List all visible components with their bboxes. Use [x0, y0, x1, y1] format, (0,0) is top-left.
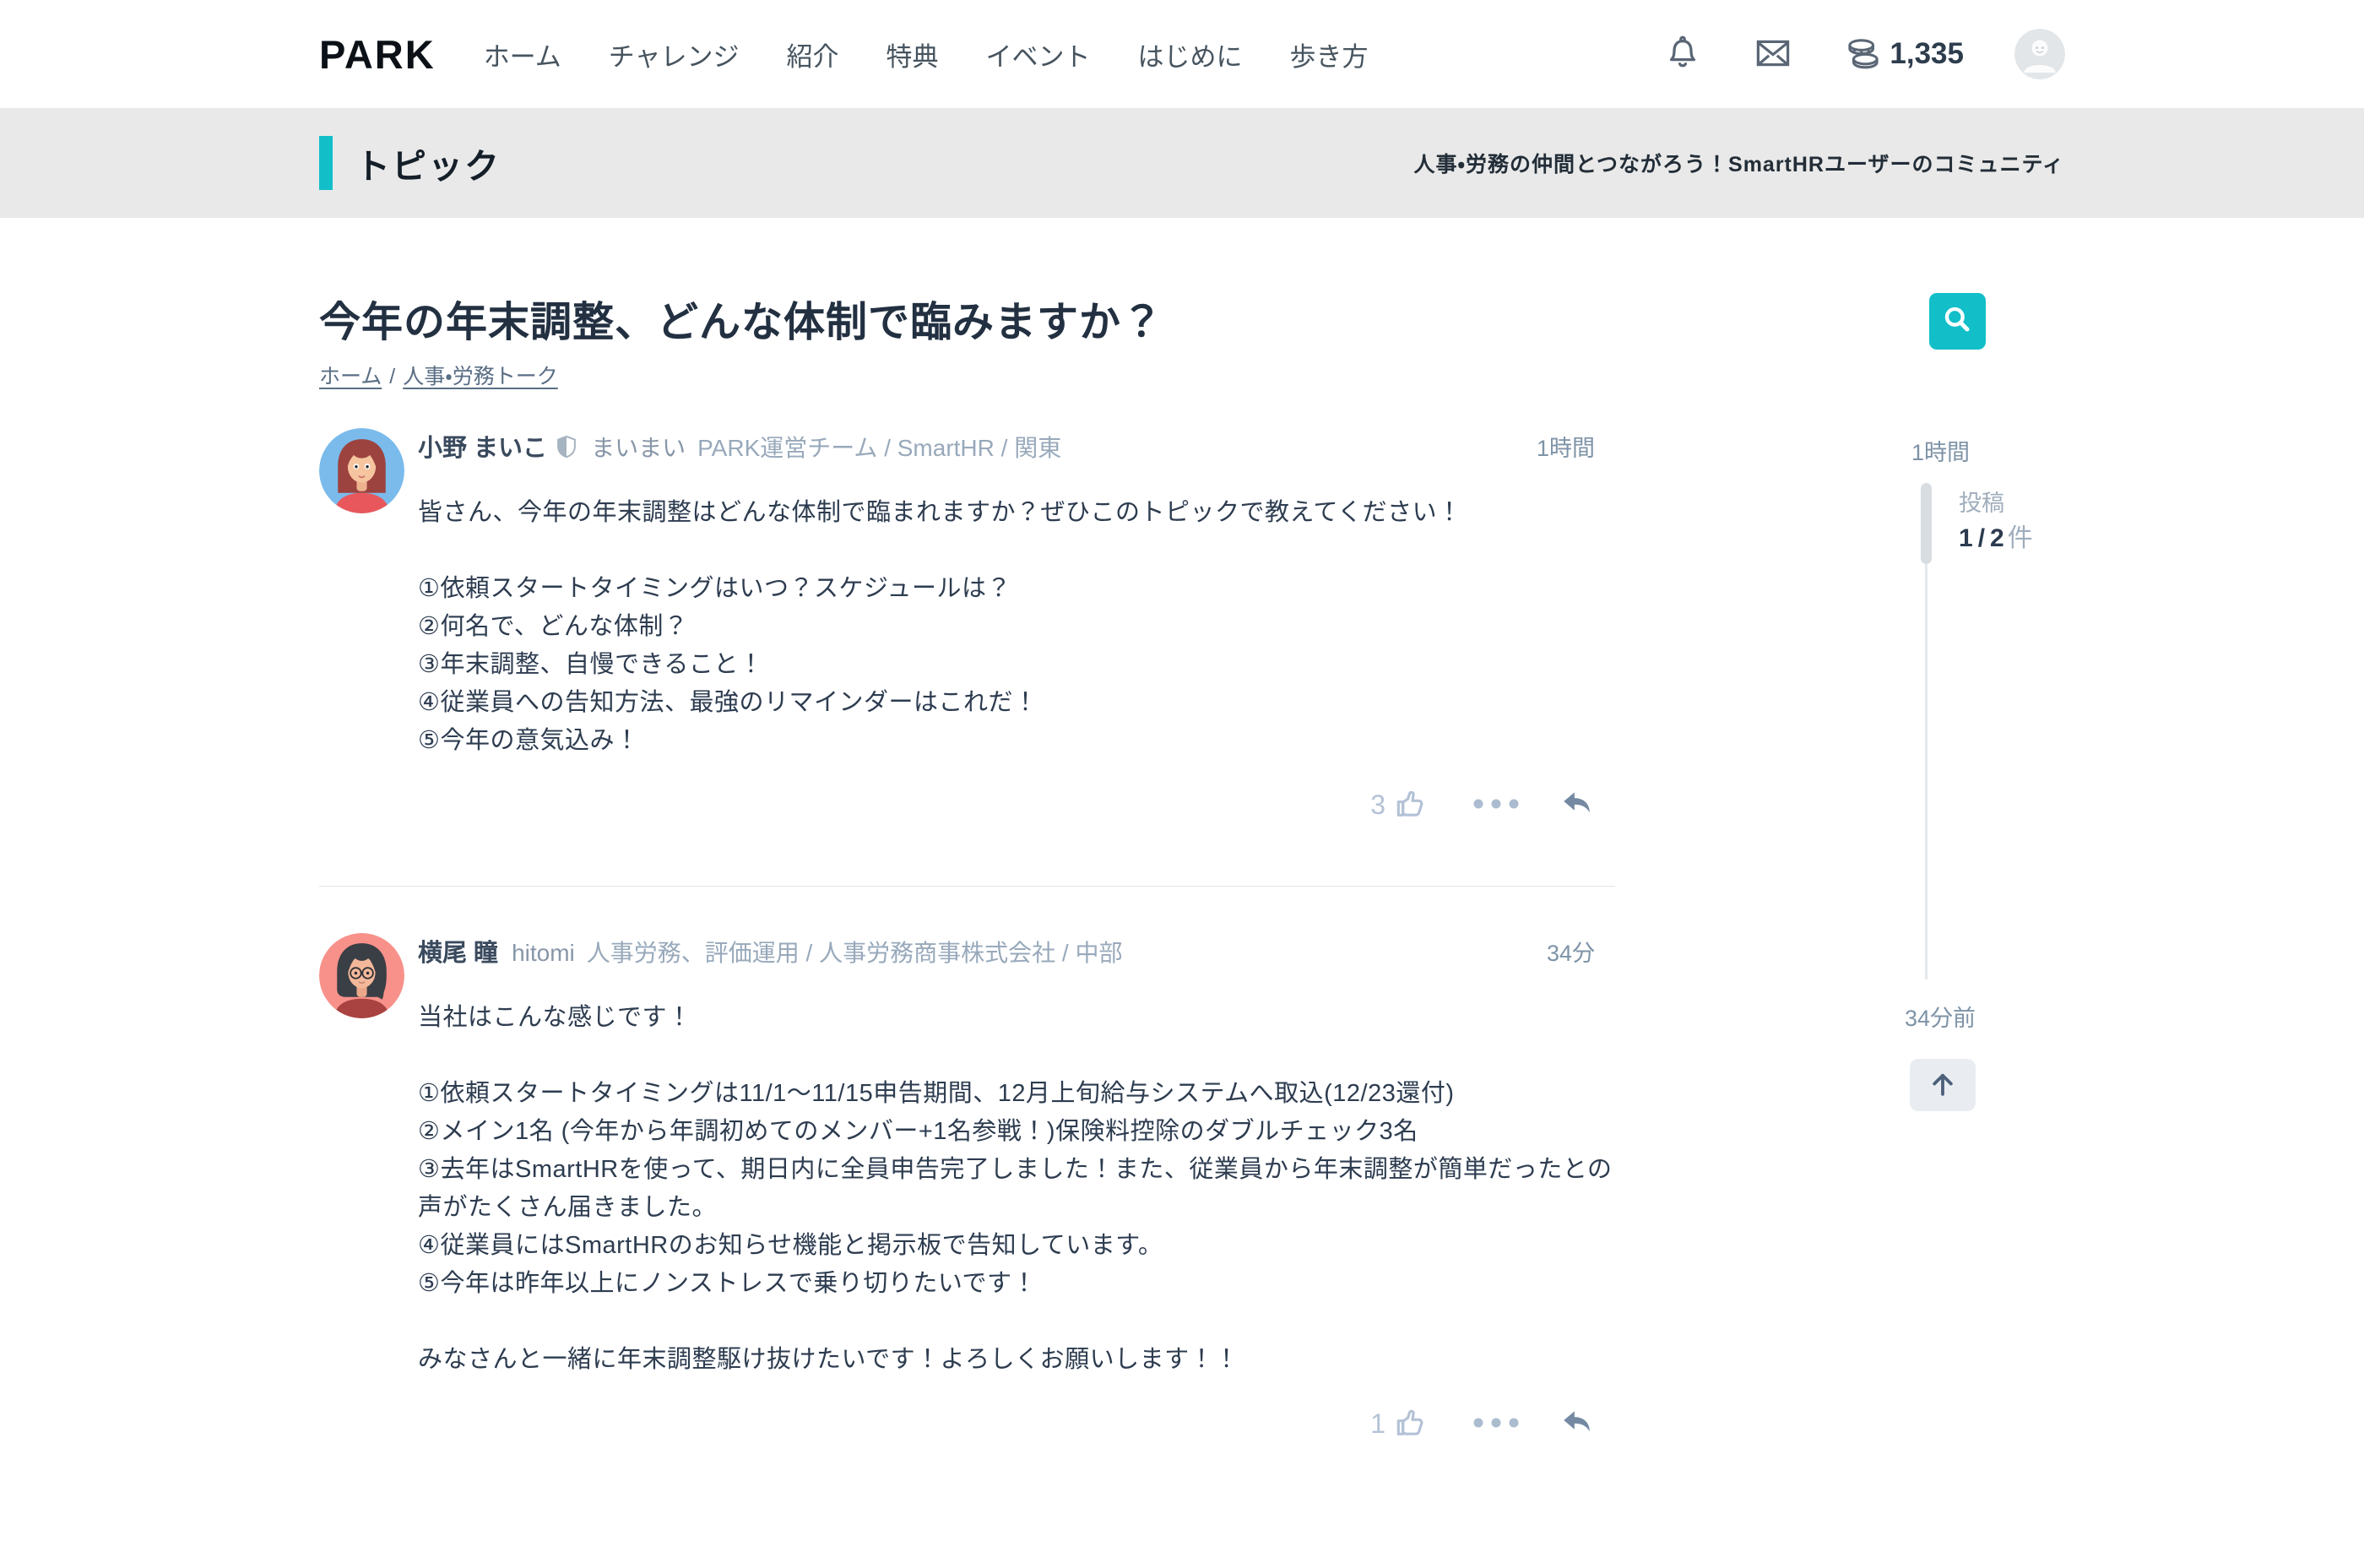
post-2-nickname: hitomi	[512, 940, 575, 966]
coins-icon	[1844, 33, 1883, 76]
post-2-like-count: 1	[1370, 1408, 1385, 1439]
messages-button[interactable]	[1753, 33, 1793, 76]
timeline-posts-label: 投稿	[1959, 491, 2004, 516]
breadcrumb-separator: /	[389, 365, 396, 388]
post-1-actions: 3	[418, 785, 1615, 824]
post-2-reply-button[interactable]	[1559, 1405, 1595, 1443]
timeline-scrubber-handle[interactable]	[1921, 483, 1932, 564]
topic-bar-label: トピック	[355, 147, 501, 186]
post-2: 横尾 瞳 hitomi 人事労務、評価運用 / 人事労務商事株式会社 / 中部 …	[319, 933, 1615, 1443]
counter-total: 2	[1990, 524, 2004, 552]
user-avatar[interactable]	[2014, 29, 2065, 79]
breadcrumb-category[interactable]: 人事・労務トーク	[403, 365, 558, 388]
post-2-actions: 1	[418, 1404, 1615, 1443]
thumbs-up-icon	[1394, 1406, 1428, 1442]
post-1-reply-button[interactable]	[1559, 786, 1595, 824]
counter-unit: 件	[2007, 524, 2033, 552]
nav-item-getting-started[interactable]: はじめに	[1137, 35, 1242, 73]
park-logo[interactable]: PARK	[319, 31, 436, 78]
post-2-time: 34分	[1546, 941, 1595, 966]
timeline-end-time: 34分前	[1905, 1006, 1976, 1031]
community-tagline: 人事・労務の仲間とつながろう！SmartHRユーザーのコミュニティ	[1413, 153, 2064, 176]
counter-separator: /	[1977, 524, 1986, 552]
ellipsis-icon	[1472, 797, 1521, 813]
accent-bar	[319, 136, 333, 190]
bell-icon	[1663, 34, 1702, 75]
nav-item-benefits[interactable]: 特典	[886, 35, 938, 73]
nav-item-intro[interactable]: 紹介	[786, 35, 838, 73]
header-actions: 1,335	[1663, 29, 2065, 79]
points-indicator[interactable]: 1,335	[1844, 33, 1964, 76]
breadcrumb-home[interactable]: ホーム	[319, 365, 382, 388]
nav-item-home[interactable]: ホーム	[484, 35, 561, 73]
topic-bar: トピック 人事・労務の仲間とつながろう！SmartHRユーザーのコミュニティ	[0, 108, 2364, 218]
post-2-more-button[interactable]	[1472, 1416, 1521, 1432]
coin-count: 1,335	[1890, 37, 1964, 70]
post-2-header: 横尾 瞳 hitomi 人事労務、評価運用 / 人事労務商事株式会社 / 中部 …	[418, 933, 1615, 967]
thumbs-up-icon	[1394, 787, 1428, 823]
notifications-button[interactable]	[1663, 34, 1702, 75]
post-2-author-name[interactable]: 横尾 瞳	[418, 933, 498, 968]
post-1: 小野 まいこ まいまい PARK運営チーム / SmartHR / 関東 1時間…	[319, 428, 1615, 824]
post-1-author-name[interactable]: 小野 まいこ	[418, 428, 547, 464]
post-1-time: 1時間	[1536, 436, 1595, 461]
post-2-content: 横尾 瞳 hitomi 人事労務、評価運用 / 人事労務商事株式会社 / 中部 …	[418, 933, 1615, 1443]
nav-item-challenge[interactable]: チャレンジ	[609, 35, 740, 73]
post-2-body: 当社はこんな感じです！ ①依頼スタートタイミングは11/1〜11/15申告期間、…	[418, 1004, 1613, 1373]
counter-current: 1	[1959, 524, 1973, 552]
scroll-to-top-button[interactable]	[1910, 1059, 1976, 1111]
mail-icon	[1753, 33, 1793, 76]
post-1-like-count: 3	[1370, 789, 1385, 820]
post-2-author-avatar[interactable]	[319, 933, 404, 1018]
post-2-meta: 人事労務、評価運用 / 人事労務商事株式会社 / 中部	[586, 940, 1123, 966]
main-content: 今年の年末調整、どんな体制で臨みますか？ ホーム / 人事・労務トーク 小野 ま…	[0, 218, 2364, 1568]
post-1-more-button[interactable]	[1472, 797, 1521, 813]
reply-arrow-icon	[1559, 786, 1595, 824]
main-nav: ホーム チャレンジ 紹介 特典 イベント はじめに 歩き方	[484, 35, 1369, 73]
page-title: 今年の年末調整、どんな体制で臨みますか？	[319, 300, 1164, 345]
post-1-like-button[interactable]	[1394, 787, 1428, 823]
ellipsis-icon	[1472, 1416, 1521, 1432]
search-icon	[1941, 303, 1975, 339]
nav-item-events[interactable]: イベント	[985, 35, 1090, 73]
reply-arrow-icon	[1559, 1405, 1595, 1443]
post-1-content: 小野 まいこ まいまい PARK運営チーム / SmartHR / 関東 1時間…	[418, 428, 1615, 824]
post-stream: 小野 まいこ まいまい PARK運営チーム / SmartHR / 関東 1時間…	[319, 428, 1615, 1443]
post-1-header: 小野 まいこ まいまい PARK運営チーム / SmartHR / 関東 1時間	[418, 428, 1615, 462]
post-1-nickname: まいまい	[591, 435, 686, 461]
site-header: PARK ホーム チャレンジ 紹介 特典 イベント はじめに 歩き方 1,335	[0, 0, 2364, 108]
timeline-start-time: 1時間	[1911, 440, 1971, 465]
post-1-meta: PARK運営チーム / SmartHR / 関東	[697, 435, 1062, 461]
post-2-like-button[interactable]	[1394, 1406, 1428, 1442]
post-1-body: 皆さん、今年の年末調整はどんな体制で臨まれますか？ぜひこのトピックで教えてくださ…	[418, 499, 1462, 754]
arrow-up-icon	[1927, 1068, 1959, 1103]
moderator-shield-icon	[556, 435, 577, 463]
post-divider	[319, 886, 1615, 887]
post-1-author-avatar[interactable]	[319, 428, 404, 513]
search-button[interactable]	[1929, 293, 1986, 350]
timeline-post-counter: 1/2 件	[1959, 517, 2033, 554]
nav-item-guide[interactable]: 歩き方	[1289, 35, 1368, 73]
breadcrumb: ホーム / 人事・労務トーク	[319, 360, 558, 390]
